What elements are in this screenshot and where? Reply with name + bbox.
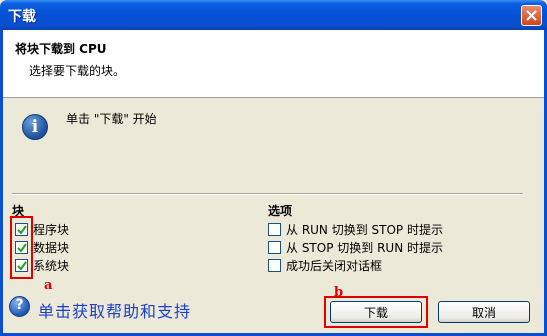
header-title: 将块下载到 CPU xyxy=(15,42,107,56)
checkbox-close-on-success[interactable]: 成功后关闭对话框 xyxy=(268,257,382,273)
checkbox-label: 程序块 xyxy=(33,222,70,237)
divider xyxy=(12,193,523,195)
checkbox-stop-to-run[interactable]: 从 STOP 切换到 RUN 时提示 xyxy=(268,239,443,255)
info-text: 单击 "下载" 开始 xyxy=(66,112,157,126)
title-bar: 下载 xyxy=(0,0,547,30)
window-title: 下载 xyxy=(8,9,36,25)
info-icon: i xyxy=(22,114,48,140)
checkbox-label: 数据块 xyxy=(33,240,70,255)
cancel-button[interactable]: 取消 xyxy=(438,301,530,323)
checkbox[interactable] xyxy=(268,258,281,272)
close-icon xyxy=(526,10,537,21)
checkbox-label: 从 RUN 切换到 STOP 时提示 xyxy=(286,222,443,237)
annotation-a: a xyxy=(44,278,53,293)
checkbox[interactable] xyxy=(268,240,281,254)
checkbox[interactable] xyxy=(268,222,281,236)
header-subtitle: 选择要下载的块。 xyxy=(29,64,126,78)
highlight-box-a xyxy=(10,216,33,279)
options-group-label: 选项 xyxy=(268,204,293,218)
checkbox-label: 从 STOP 切换到 RUN 时提示 xyxy=(286,240,443,255)
checkbox-run-to-stop[interactable]: 从 RUN 切换到 STOP 时提示 xyxy=(268,221,443,237)
help-link[interactable]: 单击获取帮助和支持 xyxy=(38,298,191,322)
download-button[interactable]: 下载 xyxy=(330,301,422,323)
checkbox-label: 系统块 xyxy=(33,258,70,273)
checkbox-label: 成功后关闭对话框 xyxy=(286,258,383,273)
close-button[interactable] xyxy=(521,5,542,26)
header-panel: 将块下载到 CPU 选择要下载的块。 xyxy=(3,30,544,98)
help-icon[interactable]: ? xyxy=(9,296,30,317)
